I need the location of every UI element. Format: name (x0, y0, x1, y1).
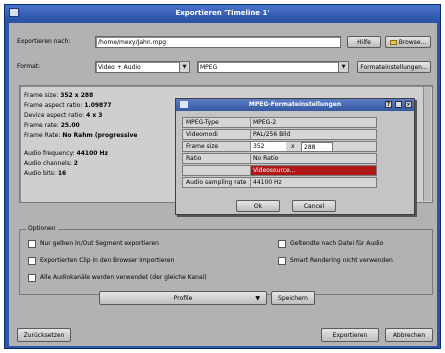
info-line: Frame aspect ratio: 1.09877 (24, 102, 112, 109)
format-codec-select[interactable]: MPEG ▼ (197, 61, 349, 73)
options-label-4: Smart Rendering nicht verwenden (290, 257, 393, 264)
chevron-down-icon: ▼ (179, 62, 189, 72)
chevron-down-icon: ▼ (338, 62, 348, 72)
format-settings-button[interactable]: Formateinstellungen... (357, 61, 431, 73)
format-codec-value: MPEG (200, 64, 218, 71)
window-titlebar: Exportieren 'Timeline 1' (5, 5, 440, 21)
chevron-down-icon: ▼ (255, 295, 260, 302)
window-title: Exportieren 'Timeline 1' (175, 9, 270, 17)
dialog-row-key: Videomodi (186, 131, 218, 138)
info-line-key: Frame rate: (24, 122, 59, 129)
mpeg-settings-dialog: MPEG-Formateinstellungen ? _ × MPEG-Type… (175, 98, 415, 215)
info-line-key: Frame size: (24, 92, 59, 99)
dialog-row-key: Ratio (186, 155, 202, 162)
dialog-row-value: 44100 Hz (250, 178, 376, 187)
target-path-input[interactable]: /home/mexy/Jahn.mpg (95, 36, 341, 48)
browse-button[interactable]: Browse... (385, 36, 431, 48)
dialog-row-key: Audio sampling rate (186, 179, 247, 186)
dialog-row: Videomodi PAL/256 Bild (182, 129, 377, 140)
help-button[interactable]: Hilfe (347, 36, 381, 48)
frame-size-height[interactable]: 288 (301, 142, 333, 152)
dialog-row: Audio sampling rate 44100 Hz (182, 177, 377, 188)
dialog-row-value: No Ratio (250, 154, 376, 163)
dialog-row: MPEG-Type MPEG-2 (182, 117, 377, 128)
options-label-3: Geltendte nach Datei für Audio (290, 240, 384, 247)
preset-value: Profile (173, 295, 193, 302)
info-line: Device aspect ratio: 4 x 3 (24, 112, 102, 119)
info-line-value: 44100 Hz (76, 150, 109, 157)
info-line-key: Frame Rate: (24, 132, 61, 139)
info-line-value: 352 x 288 (60, 92, 94, 99)
options-checkbox-2[interactable] (28, 274, 36, 282)
export-button[interactable]: Exportieren (321, 328, 379, 342)
info-line: Audio channels: 2 (24, 160, 78, 167)
options-label-2: Alle Audiokanäle werden verwendet (der g… (40, 274, 207, 281)
dialog-row-value[interactable]: 352 (250, 142, 286, 151)
minimize-icon[interactable]: _ (395, 101, 402, 108)
info-scrollbar[interactable] (423, 87, 431, 201)
options-group: Optionen Nur gelben In/Out Segment expor… (19, 225, 433, 295)
close-icon[interactable]: × (405, 101, 412, 108)
frame-size-separator: x (291, 143, 295, 150)
dialog-row-value: PAL/256 Bild (250, 130, 376, 139)
info-line-key: Audio bits: (24, 170, 56, 177)
dialog-ok-button[interactable]: Ok (236, 200, 280, 212)
app-icon (9, 8, 19, 17)
info-line-key: Audio frequency: (24, 150, 75, 157)
dialog-row-value[interactable]: Videosource... (250, 166, 376, 175)
format-container-value: Video + Audio (98, 64, 141, 71)
format-label: Format: (17, 63, 41, 70)
info-line: Frame Rate: No Rahm (progressive (24, 132, 137, 139)
options-checkbox-0[interactable] (28, 240, 36, 248)
options-checkbox-1[interactable] (28, 257, 36, 265)
reset-button[interactable]: Zurücksetzen (17, 328, 71, 342)
options-label-1: Exportierten Clip in den Browser importi… (40, 257, 175, 264)
options-checkbox-3[interactable] (278, 240, 286, 248)
help-icon[interactable]: ? (385, 101, 392, 108)
target-label: Exportieren nach: (17, 38, 71, 45)
info-line-value: 25.00 (60, 122, 80, 129)
dialog-row: Ratio No Ratio (182, 153, 377, 164)
info-line: Frame size: 352 x 288 (24, 92, 93, 99)
dialog-row-key: MPEG-Type (186, 119, 219, 126)
info-line-value: 2 (73, 160, 78, 167)
info-line: Audio bits: 16 (24, 170, 66, 177)
info-line: Audio frequency: 44100 Hz (24, 150, 108, 157)
options-checkbox-4[interactable] (278, 257, 286, 265)
options-label-0: Nur gelben In/Out Segment exportieren (40, 240, 159, 247)
format-container-select[interactable]: Video + Audio ▼ (95, 61, 190, 73)
folder-icon (389, 40, 397, 45)
info-line: Frame rate: 25.00 (24, 122, 80, 129)
dialog-title: MPEG-Formateinstellungen (248, 101, 342, 108)
export-window: Exportieren 'Timeline 1' Exportieren nac… (4, 4, 441, 349)
dialog-row: Frame size 352 x 288 (182, 141, 377, 152)
dialog-row-key: Frame size (186, 143, 219, 150)
cancel-button[interactable]: Abbrechen (385, 328, 433, 342)
dialog-row-value: MPEG-2 (250, 118, 376, 127)
dialog-cancel-button[interactable]: Cancel (292, 200, 336, 212)
info-line-value: 16 (57, 170, 67, 177)
dialog-app-icon (180, 101, 188, 108)
info-line-value: No Rahm (progressive (62, 132, 138, 139)
preset-save-button[interactable]: Speichern (271, 291, 315, 305)
info-line-key: Frame aspect ratio: (24, 102, 83, 109)
info-line-key: Audio channels: (24, 160, 72, 167)
dialog-titlebar: MPEG-Formateinstellungen ? _ × (176, 99, 414, 111)
info-line-key: Device aspect ratio: (24, 112, 85, 119)
info-line-value: 1.09877 (84, 102, 112, 109)
preset-select[interactable]: Profile ▼ (99, 291, 267, 305)
dialog-row: Videosource... (182, 165, 377, 176)
options-title: Optionen (26, 225, 58, 232)
browse-label: Browse... (398, 39, 427, 46)
info-line-value: 4 x 3 (86, 112, 103, 119)
